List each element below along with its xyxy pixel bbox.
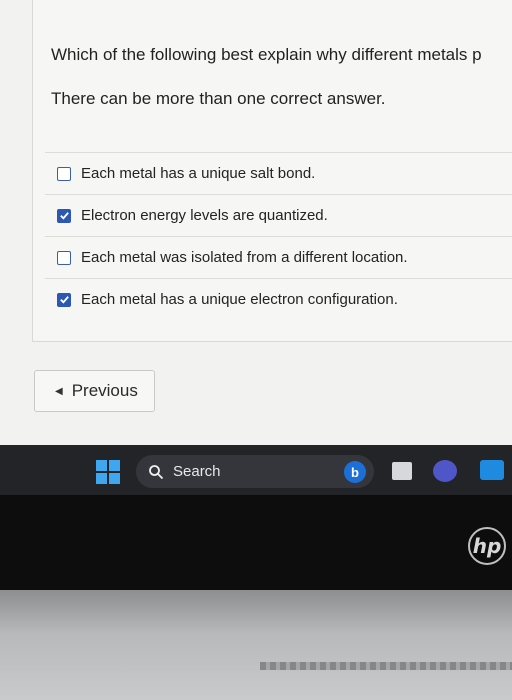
checkmark-icon (59, 212, 69, 220)
checkmark-icon (59, 296, 69, 304)
option-row[interactable]: Each metal has a unique salt bond. (45, 152, 512, 194)
laptop-bezel (0, 495, 512, 590)
checkbox-checked[interactable] (57, 208, 71, 223)
keyboard-edge (260, 662, 512, 670)
taskbar-search[interactable]: Search (136, 455, 374, 488)
option-label: Each metal was isolated from a different… (81, 249, 408, 266)
hp-logo: hp (468, 527, 506, 565)
checkbox-checked[interactable] (57, 292, 71, 307)
windows-start-icon[interactable] (96, 460, 120, 484)
chevron-left-icon: ◀ (55, 385, 63, 397)
mail-icon[interactable] (480, 460, 504, 480)
teams-icon[interactable] (433, 460, 457, 482)
search-label: Search (173, 463, 221, 480)
search-icon (149, 464, 164, 479)
checkbox-unchecked[interactable] (57, 166, 71, 181)
checkbox-unchecked[interactable] (57, 250, 71, 265)
option-label: Electron energy levels are quantized. (81, 207, 328, 224)
previous-label: Previous (71, 381, 138, 400)
bing-icon[interactable]: b (344, 461, 366, 483)
option-row[interactable]: Electron energy levels are quantized. (45, 194, 512, 236)
option-label: Each metal has a unique electron configu… (81, 291, 398, 308)
question-prompt: Which of the following best explain why … (51, 45, 482, 64)
option-row[interactable]: Each metal has a unique electron configu… (45, 278, 512, 320)
answer-options: Each metal has a unique salt bond. Elect… (45, 152, 512, 320)
app-icon[interactable] (392, 462, 412, 480)
previous-button[interactable]: ◀ Previous (34, 370, 155, 412)
option-label: Each metal has a unique salt bond. (81, 165, 316, 182)
option-row[interactable]: Each metal was isolated from a different… (45, 236, 512, 278)
laptop-base (0, 590, 512, 700)
answer-instruction: There can be more than one correct answe… (51, 89, 386, 108)
